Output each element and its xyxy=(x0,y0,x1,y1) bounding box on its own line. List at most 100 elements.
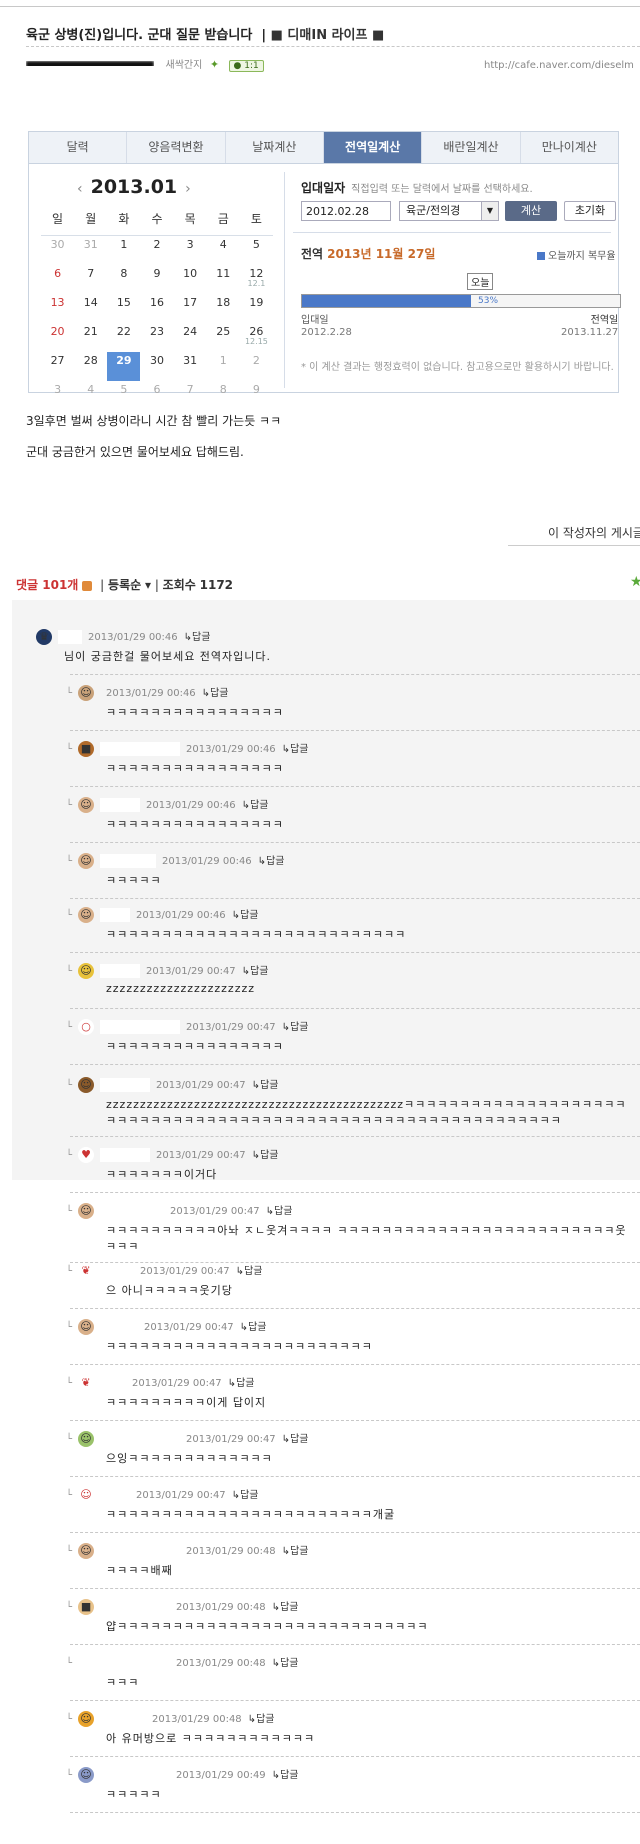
comment-count[interactable]: 댓글 101개 xyxy=(16,578,78,592)
reply-link[interactable]: ↳답글 xyxy=(282,1022,309,1033)
avatar[interactable]: ☺ xyxy=(78,1543,95,1559)
calendar-day[interactable]: 9 xyxy=(240,381,273,410)
commenter-nickname-blurred[interactable] xyxy=(100,1264,135,1278)
calendar-day[interactable]: 20 xyxy=(41,323,74,352)
calculate-button[interactable]: 계산 xyxy=(505,201,557,221)
commenter-nickname-blurred[interactable] xyxy=(100,1078,151,1092)
tab-lunar-convert[interactable]: 양음력변환 xyxy=(127,132,226,163)
calendar-day[interactable]: 31 xyxy=(74,236,107,266)
tab-ovulation-calc[interactable]: 배란일계산 xyxy=(422,132,521,163)
avatar[interactable]: ☺ xyxy=(78,1711,95,1727)
reply-link[interactable]: ↳답글 xyxy=(242,966,269,977)
calendar-day[interactable]: 2 xyxy=(140,236,173,266)
commenter-nickname-blurred[interactable] xyxy=(100,1376,127,1390)
reply-link[interactable]: ↳답글 xyxy=(232,910,259,921)
calendar-day[interactable]: 13 xyxy=(41,294,74,323)
calendar-day[interactable]: 24 xyxy=(174,323,207,352)
post-url[interactable]: http://cafe.naver.com/dieselm xyxy=(484,60,634,71)
commenter-nickname-blurred[interactable] xyxy=(100,1712,147,1726)
calendar-day[interactable]: 31 xyxy=(174,352,207,381)
calendar-day[interactable]: 7 xyxy=(174,381,207,410)
avatar[interactable]: ○ xyxy=(78,1019,95,1035)
avatar[interactable]: ☺ xyxy=(78,685,95,701)
calendar-day[interactable]: 3 xyxy=(41,381,74,410)
commenter-nickname-blurred[interactable] xyxy=(100,798,141,812)
calendar-day[interactable]: 27 xyxy=(41,352,74,381)
avatar[interactable]: ☺ xyxy=(78,1203,95,1219)
avatar[interactable]: ■ xyxy=(78,741,95,757)
calendar-day[interactable]: 30 xyxy=(41,236,74,266)
sort-select[interactable]: 등록순 xyxy=(108,578,141,592)
avatar[interactable]: ❦ xyxy=(78,1263,95,1279)
commenter-nickname-blurred[interactable] xyxy=(100,1432,181,1446)
calendar-day[interactable]: 15 xyxy=(107,294,140,323)
calendar-day[interactable]: 6 xyxy=(140,381,173,410)
calendar-day[interactable]: 23 xyxy=(140,323,173,352)
avatar[interactable]: ♛ xyxy=(36,629,52,645)
commenter-nickname-blurred[interactable] xyxy=(100,1204,165,1218)
avatar[interactable]: ☺ xyxy=(78,963,95,979)
calendar-day[interactable]: 14 xyxy=(74,294,107,323)
reply-link[interactable]: ↳답글 xyxy=(236,1266,263,1277)
calendar-day[interactable]: 28 xyxy=(74,352,107,381)
calendar-day[interactable]: 19 xyxy=(240,294,273,323)
avatar[interactable] xyxy=(78,1655,95,1671)
reply-link[interactable]: ↳답글 xyxy=(272,1770,299,1781)
tab-discharge-calc[interactable]: 전역일계산 xyxy=(323,132,423,163)
reset-button[interactable]: 초기화 xyxy=(564,201,616,221)
rss-icon[interactable] xyxy=(82,580,93,591)
calendar-day[interactable]: 25 xyxy=(207,323,240,352)
calendar-day-cell[interactable]: 26 12.15 xyxy=(240,323,273,352)
calendar-day[interactable]: 8 xyxy=(107,265,140,294)
prev-month-icon[interactable]: ‹ xyxy=(77,181,83,197)
calendar-day-cell[interactable]: 12 12.1 xyxy=(240,265,273,294)
enlist-date-input[interactable]: 2012.02.28 xyxy=(301,201,391,221)
calendar-day[interactable]: 18 xyxy=(207,294,240,323)
reply-link[interactable]: ↳답글 xyxy=(272,1602,299,1613)
calendar-day[interactable]: 30 xyxy=(140,352,173,381)
reply-link[interactable]: ↳답글 xyxy=(242,800,269,811)
author-posts-link[interactable]: 이 작성자의 게시글 xyxy=(548,524,640,541)
chat-badge[interactable]: ● 1:1 xyxy=(228,60,264,72)
calendar-day[interactable]: 1 xyxy=(107,236,140,266)
reply-link[interactable]: ↳답글 xyxy=(282,1546,309,1557)
commenter-nickname-blurred[interactable] xyxy=(100,1488,131,1502)
calendar-day[interactable]: 22 xyxy=(107,323,140,352)
commenter-nickname-blurred[interactable] xyxy=(100,1320,139,1334)
reply-link[interactable]: ↳답글 xyxy=(258,856,285,867)
commenter-nickname-blurred[interactable] xyxy=(100,1768,171,1782)
calendar-day[interactable]: 2 xyxy=(240,352,273,381)
calendar-day[interactable]: 7 xyxy=(74,265,107,294)
avatar[interactable]: ☺ xyxy=(78,1767,95,1783)
tab-age-calc[interactable]: 만나이계산 xyxy=(521,132,618,163)
star-icon[interactable]: ★ xyxy=(630,574,640,590)
author-nickname-blurred[interactable] xyxy=(26,61,154,66)
calendar-day[interactable]: 8 xyxy=(207,381,240,410)
commenter-nickname-blurred[interactable] xyxy=(100,964,141,978)
calendar-day[interactable]: 6 xyxy=(41,265,74,294)
commenter-nickname-blurred[interactable] xyxy=(100,1148,151,1162)
reply-link[interactable]: ↳답글 xyxy=(228,1378,255,1389)
reply-link[interactable]: ↳답글 xyxy=(282,1434,309,1445)
reply-link[interactable]: ↳답글 xyxy=(184,632,211,643)
reply-link[interactable]: ↳답글 xyxy=(202,688,229,699)
calendar-day[interactable]: 10 xyxy=(174,265,207,294)
branch-select[interactable]: 육군/전의경 ▼ xyxy=(399,201,499,221)
calendar-day[interactable]: 3 xyxy=(174,236,207,266)
avatar[interactable]: ☺ xyxy=(78,1487,95,1503)
reply-link[interactable]: ↳답글 xyxy=(232,1490,259,1501)
reply-link[interactable]: ↳답글 xyxy=(240,1322,267,1333)
commenter-nickname-blurred[interactable] xyxy=(100,742,181,756)
reply-link[interactable]: ↳답글 xyxy=(252,1080,279,1091)
commenter-nickname-blurred[interactable] xyxy=(100,1020,181,1034)
avatar[interactable]: ☺ xyxy=(78,853,95,869)
commenter-nickname-blurred[interactable] xyxy=(100,1600,171,1614)
post-category[interactable]: ■ 디매IN 라이프 ■ xyxy=(271,28,385,43)
calendar-day[interactable]: 11 xyxy=(207,265,240,294)
avatar[interactable]: ☺ xyxy=(78,1431,95,1447)
calendar-day[interactable]: 9 xyxy=(140,265,173,294)
reply-link[interactable]: ↳답글 xyxy=(252,1150,279,1161)
calendar-day[interactable]: 17 xyxy=(174,294,207,323)
commenter-nickname-blurred[interactable] xyxy=(100,854,157,868)
avatar[interactable]: ☺ xyxy=(78,797,95,813)
